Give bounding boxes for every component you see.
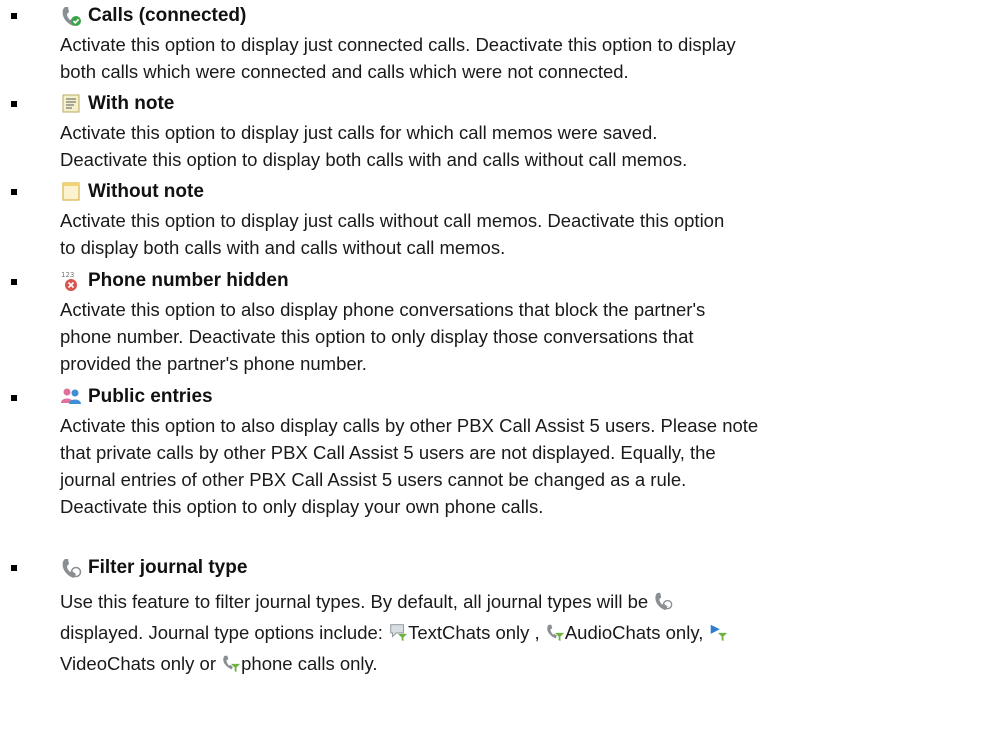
item-title: Phone number hidden — [88, 270, 289, 291]
description-line: Deactivate this option to only display y… — [60, 496, 544, 517]
item-title: Public entries — [88, 386, 213, 407]
item-title: Calls (connected) — [88, 5, 247, 26]
description-line: Activate this option to display just cal… — [60, 122, 658, 143]
audiochat-filter-icon — [545, 622, 565, 642]
phone-filter-icon — [221, 653, 241, 673]
description-line: TextChats only , — [408, 622, 540, 643]
description-line: to display both calls with and calls wit… — [60, 237, 506, 258]
description-line: Activate this option to display just con… — [60, 34, 736, 55]
item-description: Activate this option to display just cal… — [60, 119, 960, 173]
description-line: provided the partner's phone number. — [60, 353, 367, 374]
item-description: Activate this option to also display cal… — [60, 412, 960, 520]
description-line: Use this feature to filter journal types… — [60, 591, 649, 612]
hidden-number-icon: 123 — [60, 270, 82, 292]
description-line: Activate this option to display just cal… — [60, 210, 725, 231]
phone-connected-icon — [60, 5, 82, 27]
description-line: both calls which were connected and call… — [60, 61, 629, 82]
item-description: Activate this option to display just cal… — [60, 207, 960, 261]
description-line: Activate this option to also display pho… — [60, 299, 706, 320]
description-line: Deactivate this option to display both c… — [60, 149, 688, 170]
item-description: Activate this option to also display pho… — [60, 296, 960, 377]
bullet-icon — [11, 395, 17, 401]
bullet-icon — [11, 279, 17, 285]
videochat-filter-icon — [708, 622, 728, 642]
bullet-icon — [11, 565, 17, 571]
description-line: VideoChats only or — [60, 653, 216, 674]
bullet-icon — [11, 189, 17, 195]
item-title: Filter journal type — [88, 557, 248, 578]
note-icon — [60, 93, 82, 115]
journal-filter-icon — [60, 557, 82, 579]
description-line: phone number. Deactivate this option to … — [60, 326, 694, 347]
bullet-icon — [11, 13, 17, 19]
description-line: displayed. Journal type options include: — [60, 622, 383, 643]
blank-note-icon — [60, 181, 82, 203]
description-line: AudioChats only, — [564, 622, 704, 643]
item-description: Activate this option to display just con… — [60, 31, 960, 85]
bullet-icon — [11, 101, 17, 107]
description-line: phone calls only. — [241, 653, 378, 674]
item-title: Without note — [88, 181, 204, 202]
textchat-filter-icon — [388, 622, 408, 642]
item-title: With note — [88, 93, 175, 114]
all-journal-types-icon — [653, 591, 673, 611]
public-users-icon — [60, 386, 82, 408]
description-line: Activate this option to also display cal… — [60, 415, 759, 436]
description-line: that private calls by other PBX Call Ass… — [60, 442, 716, 463]
hidden-number-icon-text: 123 — [61, 271, 74, 279]
item-description: Use this feature to filter journal types… — [60, 586, 960, 679]
description-line: journal entries of other PBX Call Assist… — [60, 469, 687, 490]
